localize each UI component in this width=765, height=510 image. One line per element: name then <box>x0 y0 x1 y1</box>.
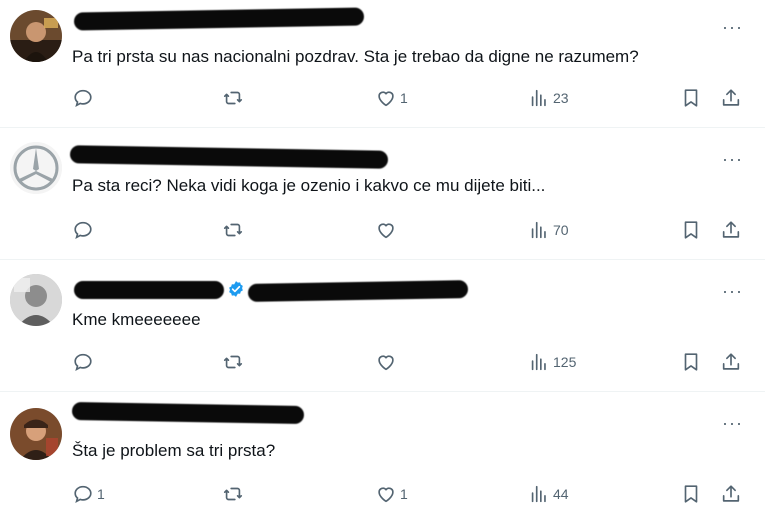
reply-button[interactable] <box>72 86 97 110</box>
tweet-text: Pa sta reci? Neka vidi koga je ozenio i … <box>72 176 546 195</box>
more-dots-icon[interactable]: ··· <box>722 18 743 36</box>
avatar[interactable] <box>10 408 62 460</box>
retweet-icon <box>223 223 243 237</box>
views-button[interactable]: 23 <box>528 86 569 110</box>
retweet-button[interactable] <box>222 218 247 242</box>
tweet-text: Šta je problem sa tri prsta? <box>72 441 276 460</box>
tweet-actions: 1 1 44 <box>0 482 765 506</box>
reply-feed: ··· Pa tri prsta su nas nacionalni pozdr… <box>0 0 765 510</box>
more-dots-icon[interactable]: ··· <box>722 414 743 432</box>
tweet[interactable]: ··· Šta je problem sa tri prsta? 1 1 44 <box>0 392 765 510</box>
tweet[interactable]: ··· Pa tri prsta su nas nacionalni pozdr… <box>0 0 765 128</box>
reply-button[interactable]: 1 <box>72 482 105 506</box>
like-button[interactable] <box>375 218 400 242</box>
views-icon <box>531 353 546 371</box>
redacted-username <box>73 7 365 31</box>
redacted-username <box>71 401 305 425</box>
reply-count: 1 <box>97 486 105 502</box>
tweet-text: Kme kmeeeeeee <box>72 310 201 329</box>
heart-icon <box>378 355 394 371</box>
views-button[interactable]: 44 <box>528 482 569 506</box>
bookmark-button[interactable] <box>680 218 702 242</box>
view-count: 44 <box>553 486 569 502</box>
reply-button[interactable] <box>72 218 97 242</box>
bookmark-button[interactable] <box>680 482 702 506</box>
heart-icon <box>378 487 394 503</box>
reply-icon <box>74 353 92 371</box>
views-icon <box>531 89 546 107</box>
bookmark-icon <box>684 221 698 239</box>
tweet-actions: 70 <box>0 218 765 242</box>
view-count: 70 <box>553 222 569 238</box>
bookmark-button[interactable] <box>680 350 702 374</box>
bookmark-icon <box>684 89 698 107</box>
retweet-button[interactable] <box>222 86 247 110</box>
share-button[interactable] <box>720 482 742 506</box>
share-icon <box>722 485 740 502</box>
views-icon <box>531 485 546 503</box>
more-dots-icon[interactable]: ··· <box>722 282 743 300</box>
tweet-actions: 125 <box>0 350 765 374</box>
redacted-username <box>69 145 389 169</box>
share-icon <box>722 353 740 370</box>
share-button[interactable] <box>720 218 742 242</box>
like-count: 1 <box>400 90 408 106</box>
heart-icon <box>378 223 394 239</box>
like-count: 1 <box>400 486 408 502</box>
verified-badge-icon <box>229 281 243 297</box>
tweet-text: Pa tri prsta su nas nacionalni pozdrav. … <box>72 47 639 66</box>
reply-icon <box>74 221 92 239</box>
share-button[interactable] <box>720 350 742 374</box>
share-button[interactable] <box>720 86 742 110</box>
bookmark-icon <box>684 353 698 371</box>
tweet[interactable]: ··· Pa sta reci? Neka vidi koga je ozeni… <box>0 128 765 260</box>
like-button[interactable]: 1 <box>375 86 408 110</box>
retweet-button[interactable] <box>222 482 247 506</box>
avatar[interactable] <box>10 274 62 326</box>
views-button[interactable]: 125 <box>528 350 576 374</box>
bookmark-icon <box>684 485 698 503</box>
redacted-username <box>74 281 224 299</box>
avatar[interactable] <box>10 142 62 194</box>
view-count: 125 <box>553 354 577 370</box>
like-button[interactable]: 1 <box>375 482 408 506</box>
tweet-actions: 1 23 <box>0 86 765 110</box>
views-button[interactable]: 70 <box>528 218 569 242</box>
retweet-button[interactable] <box>222 350 247 374</box>
heart-icon <box>378 91 394 107</box>
retweet-icon <box>223 355 243 369</box>
redacted-handle <box>247 280 469 302</box>
reply-button[interactable] <box>72 350 97 374</box>
more-dots-icon[interactable]: ··· <box>722 150 743 168</box>
like-button[interactable] <box>375 350 400 374</box>
retweet-icon <box>223 487 243 501</box>
reply-icon <box>74 89 92 107</box>
retweet-icon <box>223 91 243 105</box>
view-count: 23 <box>553 90 569 106</box>
share-icon <box>722 89 740 106</box>
bookmark-button[interactable] <box>680 86 702 110</box>
tweet[interactable]: ··· Kme kmeeeeeee 125 <box>0 260 765 392</box>
avatar[interactable] <box>10 10 62 62</box>
share-icon <box>722 221 740 238</box>
reply-icon <box>74 485 92 503</box>
views-icon <box>531 221 546 239</box>
